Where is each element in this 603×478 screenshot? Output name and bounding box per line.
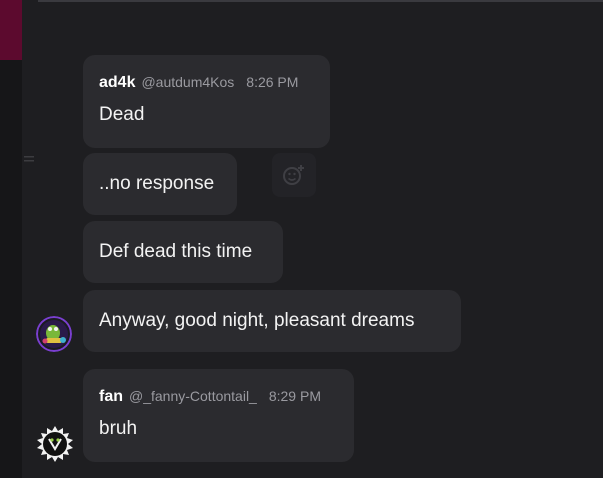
message-header: fan @_fanny-Cottontail_ 8:29 PM bbox=[99, 388, 338, 406]
message-header: ad4k @autdum4Kos 8:26 PM bbox=[99, 74, 314, 92]
avatar-ad4k[interactable] bbox=[36, 316, 72, 352]
message-bubble[interactable]: Def dead this time bbox=[83, 221, 283, 283]
author-handle[interactable]: @_fanny-Cottontail_ bbox=[129, 388, 257, 404]
message-bubble[interactable]: ad4k @autdum4Kos 8:26 PM Dead bbox=[83, 55, 330, 148]
message-timestamp: 8:29 PM bbox=[268, 388, 321, 404]
message-bubble[interactable]: Anyway, good night, pleasant dreams bbox=[83, 290, 461, 352]
left-rail bbox=[0, 0, 22, 478]
avatar-fan-image bbox=[37, 426, 73, 462]
thread-icon bbox=[24, 156, 34, 162]
add-reaction-icon bbox=[283, 165, 304, 185]
top-divider bbox=[38, 0, 603, 2]
message-text: Def dead this time bbox=[99, 241, 253, 262]
message-text: Anyway, good night, pleasant dreams bbox=[99, 310, 415, 331]
author-name[interactable]: ad4k bbox=[99, 74, 135, 92]
message-text: Dead bbox=[99, 104, 145, 125]
author-name[interactable]: fan bbox=[99, 388, 123, 406]
avatar-fan[interactable] bbox=[36, 425, 74, 463]
server-accent bbox=[0, 0, 22, 60]
avatar-ad4k-image bbox=[36, 316, 72, 352]
message-timestamp: 8:26 PM bbox=[246, 74, 299, 90]
message-bubble[interactable]: ..no response bbox=[83, 153, 237, 215]
message-bubble[interactable]: fan @_fanny-Cottontail_ 8:29 PM bruh bbox=[83, 369, 354, 462]
author-handle[interactable]: @autdum4Kos bbox=[141, 74, 234, 90]
message-text: bruh bbox=[99, 418, 138, 439]
add-reaction-button[interactable] bbox=[272, 153, 316, 197]
message-text: ..no response bbox=[99, 173, 215, 194]
